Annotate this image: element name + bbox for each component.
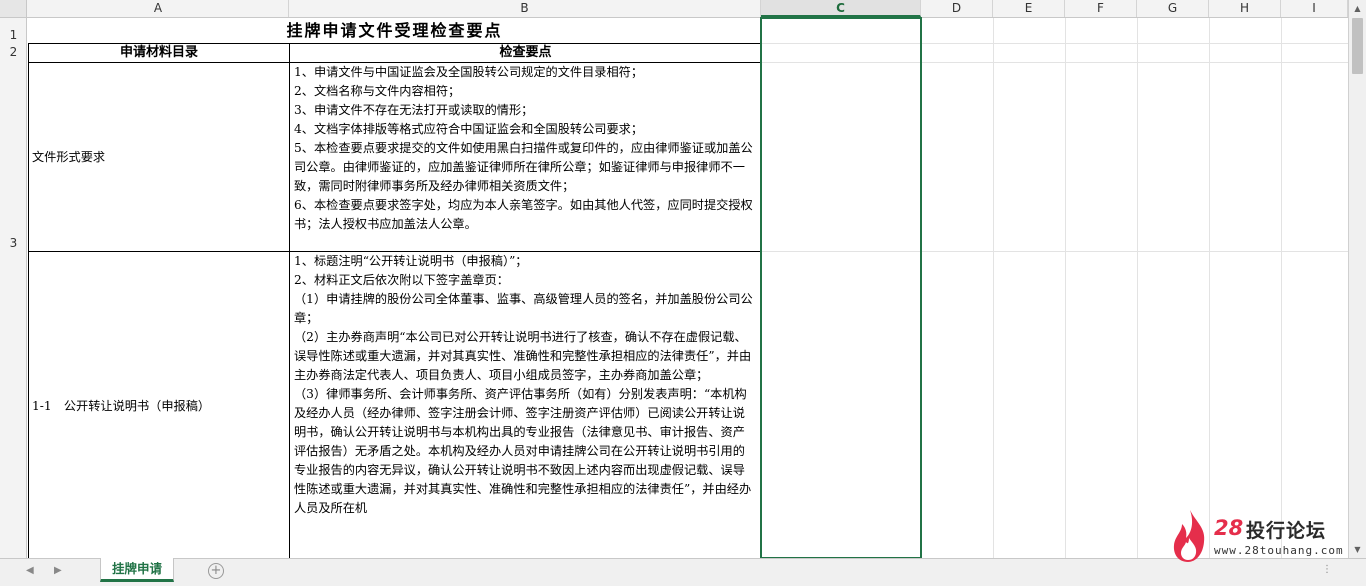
scroll-down-icon[interactable]: ▼ — [1349, 541, 1366, 558]
column-header-h[interactable]: H — [1209, 0, 1281, 17]
cell-b3[interactable]: 1、申请文件与中国证监会及全国股转公司规定的文件目录相符； 2、文档名称与文件内… — [289, 62, 762, 252]
row-header-2[interactable]: 2 — [0, 45, 27, 59]
column-header-e[interactable]: E — [993, 0, 1065, 17]
cell-a4-text: 1-1 公开转让说明书（申报稿） — [32, 399, 211, 413]
scroll-thumb[interactable] — [1352, 18, 1363, 74]
column-header-g[interactable]: G — [1137, 0, 1209, 17]
logo-url: www.28touhang.com — [1214, 544, 1344, 557]
gridline — [761, 43, 1348, 44]
column-selection — [760, 17, 922, 559]
gridline — [1065, 18, 1066, 558]
gridline — [1209, 18, 1210, 558]
prev-sheet-icon[interactable]: ◀ — [26, 565, 34, 576]
flame-icon — [1173, 510, 1205, 562]
logo-number: 28 — [1214, 516, 1244, 540]
gridline — [921, 18, 922, 558]
gridline — [761, 62, 1348, 63]
sheet-tab-bar: ◀ ▶ 挂牌申请 + ⋮ — [0, 558, 1366, 586]
tab-split-handle-icon[interactable]: ⋮ — [1322, 564, 1332, 575]
sheet-tab-active[interactable]: 挂牌申请 — [100, 558, 174, 582]
column-header-i[interactable]: I — [1281, 0, 1348, 17]
add-sheet-icon[interactable]: + — [208, 563, 224, 579]
column-header-b[interactable]: B — [289, 0, 761, 17]
logo-name: 投行论坛 — [1246, 520, 1327, 542]
row-header-1[interactable]: 1 — [0, 28, 27, 42]
cell-b4[interactable]: 1、标题注明“公开转让说明书（申报稿）”； 2、材料正文后依次附以下签字盖章页：… — [289, 251, 762, 561]
column-header-d[interactable]: D — [921, 0, 993, 17]
column-header-a[interactable]: A — [28, 0, 289, 17]
cell-a4[interactable]: 1-1 公开转让说明书（申报稿） — [28, 251, 290, 561]
vertical-scrollbar[interactable]: ▲ ▼ — [1348, 0, 1366, 558]
gridline — [761, 251, 1348, 252]
sheet-title[interactable]: 挂牌申请文件受理检查要点 — [28, 18, 761, 44]
next-sheet-icon[interactable]: ▶ — [54, 565, 62, 576]
gridline — [1281, 18, 1282, 558]
scroll-up-icon[interactable]: ▲ — [1349, 0, 1366, 17]
gridline — [993, 18, 994, 558]
gridline — [1137, 18, 1138, 558]
cell-a3-text: 文件形式要求 — [32, 150, 106, 164]
row-header-3[interactable]: 3 — [0, 236, 27, 250]
cell-a3[interactable]: 文件形式要求 — [28, 62, 290, 252]
row-header-strip: 1 2 3 — [0, 18, 27, 558]
column-header-f[interactable]: F — [1065, 0, 1137, 17]
header-materials[interactable]: 申请材料目录 — [28, 43, 290, 63]
header-checkpoints[interactable]: 检查要点 — [289, 43, 762, 63]
column-header-row: A B C D E F G H I — [0, 0, 1348, 18]
watermark-logo: 28 投行论坛 www.28touhang.com — [1170, 508, 1343, 564]
select-all-corner[interactable] — [0, 0, 27, 17]
column-header-c[interactable]: C — [761, 0, 921, 17]
